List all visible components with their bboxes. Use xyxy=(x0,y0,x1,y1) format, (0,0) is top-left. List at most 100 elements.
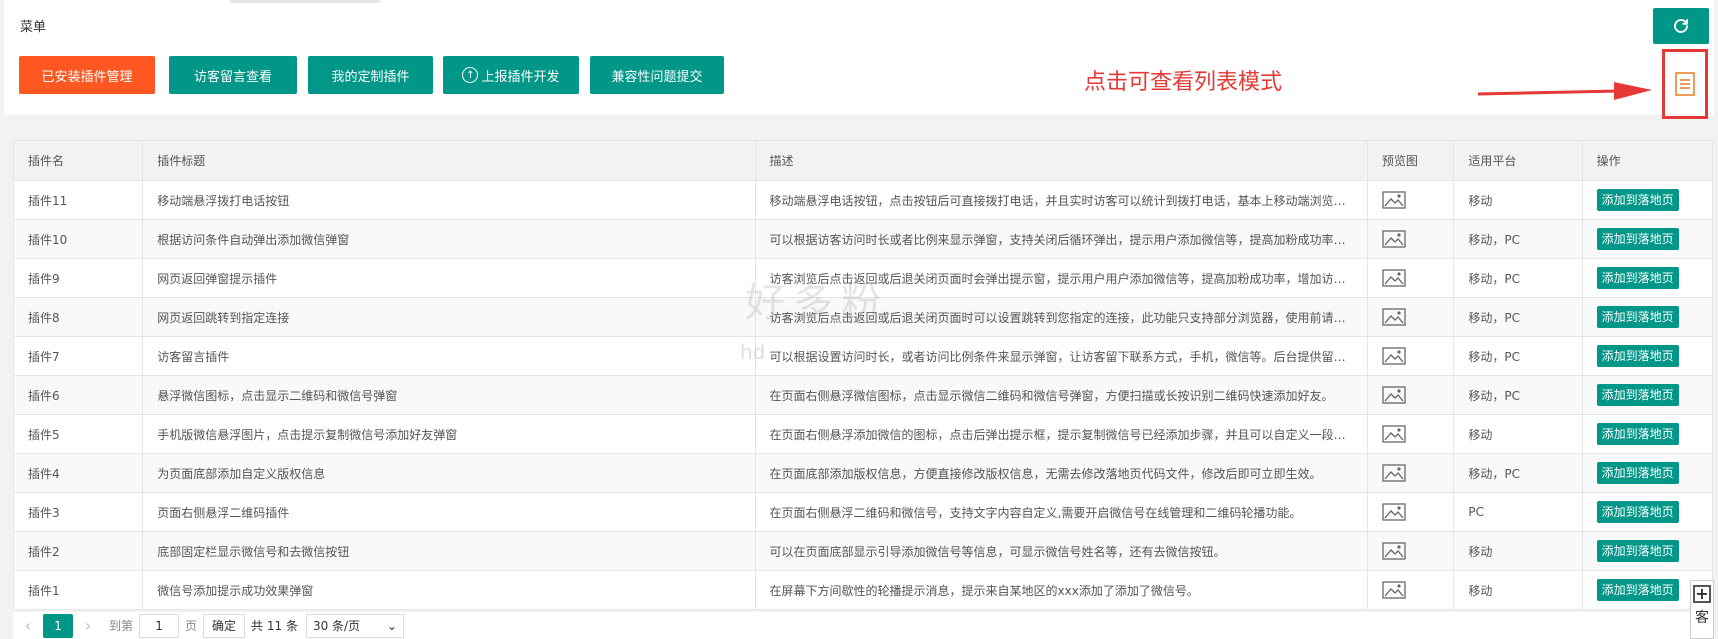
add-to-landing-page-button[interactable]: 添加到落地页 xyxy=(1596,306,1679,328)
cell-plugin-name: 插件9 xyxy=(12,258,144,298)
col-preview[interactable]: 预览图 xyxy=(1366,140,1455,181)
cell-description: 可以根据设置访问时长，或者访问比例条件来显示弹窗，让访客留下联系方式，手机，微信… xyxy=(754,336,1368,376)
col-action[interactable]: 操作 xyxy=(1581,140,1714,181)
add-to-landing-page-button[interactable]: 添加到落地页 xyxy=(1596,267,1679,289)
table-row: 插件7 访客留言插件 可以根据设置访问时长，或者访问比例条件来显示弹窗，让访客留下联… xyxy=(12,336,1714,376)
visitor-messages-button[interactable]: 访客留言查看 xyxy=(169,56,297,94)
cell-preview xyxy=(1366,453,1455,493)
cell-plugin-name: 插件5 xyxy=(12,414,144,454)
list-view-toggle[interactable] xyxy=(1662,49,1708,119)
installed-plugins-button[interactable]: 已安装插件管理 xyxy=(19,56,155,94)
col-description[interactable]: 描述 xyxy=(754,140,1368,181)
cell-platform: 移动，PC xyxy=(1453,219,1583,259)
table-row: 插件11 移动端悬浮拨打电话按钮 移动端悬浮电话按钮，点击按钮后可直接拨打电话，并且… xyxy=(12,180,1714,220)
current-page[interactable]: 1 xyxy=(43,613,73,638)
table-row: 插件8 网页返回跳转到指定连接 访客浏览后点击返回或后退关闭页面时可以设置跳转到您指… xyxy=(12,297,1714,337)
image-icon[interactable] xyxy=(1382,503,1406,521)
cell-action: 添加到落地页 xyxy=(1581,297,1714,337)
cell-preview xyxy=(1366,258,1455,298)
side-tool[interactable]: + 客 xyxy=(1690,580,1714,639)
cell-platform: 移动，PC xyxy=(1453,453,1583,493)
cell-action: 添加到落地页 xyxy=(1581,258,1714,298)
tab-strip xyxy=(230,0,380,3)
cell-action: 添加到落地页 xyxy=(1581,180,1714,220)
cell-description: 访客浏览后点击返回或后退关闭页面时可以设置跳转到您指定的连接，此功能只支持部分浏… xyxy=(754,297,1368,337)
visitor-messages-label: 访客留言查看 xyxy=(193,69,272,85)
image-icon[interactable] xyxy=(1382,542,1406,560)
cell-preview xyxy=(1366,297,1455,337)
next-page-button[interactable]: › xyxy=(73,616,103,635)
cell-platform: 移动，PC xyxy=(1453,258,1583,298)
cell-action: 添加到落地页 xyxy=(1581,453,1714,493)
cell-plugin-title: 微信号添加提示成功效果弹窗 xyxy=(142,570,756,610)
pagination: ‹ 1 › 到第 1 页 确定 共 11 条 30 条/页 ⌄ xyxy=(13,612,1713,639)
table-row: 插件3 页面右侧悬浮二维码插件 在页面右侧悬浮二维码和微信号，支持文字内容自定义,需… xyxy=(12,492,1714,532)
cell-plugin-name: 插件1 xyxy=(12,570,144,610)
cell-preview xyxy=(1366,492,1455,532)
cell-description: 在页面右侧悬浮二维码和微信号，支持文字内容自定义,需要开启微信号在线管理和二维码… xyxy=(754,492,1368,532)
cell-plugin-name: 插件8 xyxy=(12,297,144,337)
cell-plugin-name: 插件4 xyxy=(12,453,144,493)
page-title: 菜单 xyxy=(20,20,47,35)
plus-icon: + xyxy=(1693,585,1711,603)
col-plugin-title[interactable]: 插件标题 xyxy=(142,140,756,181)
cell-platform: PC xyxy=(1453,492,1583,532)
add-to-landing-page-button[interactable]: 添加到落地页 xyxy=(1596,345,1679,367)
col-platform[interactable]: 适用平台 xyxy=(1453,140,1583,181)
cell-plugin-name: 插件10 xyxy=(12,219,144,259)
cell-platform: 移动 xyxy=(1453,414,1583,454)
custom-plugins-button[interactable]: 我的定制插件 xyxy=(308,56,433,94)
goto-confirm-button[interactable]: 确定 xyxy=(203,613,246,638)
report-plugin-dev-label: 上报插件开发 xyxy=(481,69,560,85)
cell-plugin-name: 插件2 xyxy=(12,531,144,571)
image-icon[interactable] xyxy=(1382,464,1406,482)
custom-plugins-label: 我的定制插件 xyxy=(331,69,410,85)
add-to-landing-page-button[interactable]: 添加到落地页 xyxy=(1596,540,1679,562)
page-size-value: 30 条/页 xyxy=(312,619,361,633)
image-icon[interactable] xyxy=(1382,191,1406,209)
table-row: 插件2 底部固定栏显示微信号和去微信按钮 可以在页面底部显示引导添加微信号等信息，可… xyxy=(12,531,1714,571)
cell-preview xyxy=(1366,531,1455,571)
table-row: 插件9 网页返回弹窗提示插件 访客浏览后点击返回或后退关闭页面时会弹出提示窗，提示用… xyxy=(12,258,1714,298)
image-icon[interactable] xyxy=(1382,386,1406,404)
page-size-select[interactable]: 30 条/页 ⌄ xyxy=(305,613,404,638)
add-to-landing-page-button[interactable]: 添加到落地页 xyxy=(1596,579,1679,601)
add-to-landing-page-button[interactable]: 添加到落地页 xyxy=(1596,462,1679,484)
page: 菜单 已安装插件管理 访客留言查看 我的定制插件 ↑ 上报插件开发 兼容性问题提 xyxy=(0,0,1718,639)
add-to-landing-page-button[interactable]: 添加到落地页 xyxy=(1596,384,1679,406)
table-row: 插件1 微信号添加提示成功效果弹窗 在屏幕下方间歇性的轮播提示消息，提示来自某地区的… xyxy=(12,570,1714,610)
list-view-icon xyxy=(1675,72,1695,96)
cell-platform: 移动，PC xyxy=(1453,336,1583,376)
cell-description: 在页面底部添加版权信息，方便直接修改版权信息，无需去修改落地页代码文件，修改后即… xyxy=(754,453,1368,493)
add-to-landing-page-button[interactable]: 添加到落地页 xyxy=(1596,423,1679,445)
cell-description: 访客浏览后点击返回或后退关闭页面时会弹出提示窗，提示用户用户添加微信等，提高加粉… xyxy=(754,258,1368,298)
cell-description: 可以在页面底部显示引导添加微信号等信息，可显示微信号姓名等，还有去微信按钮。 xyxy=(754,531,1368,571)
cell-action: 添加到落地页 xyxy=(1581,492,1714,532)
arrow-up-circle-icon: ↑ xyxy=(462,67,479,83)
report-plugin-dev-button[interactable]: ↑ 上报插件开发 xyxy=(443,56,579,94)
cell-plugin-name: 插件11 xyxy=(12,180,144,220)
side-tool-label: 客 xyxy=(1695,610,1709,626)
cell-plugin-name: 插件6 xyxy=(12,375,144,415)
add-to-landing-page-button[interactable]: 添加到落地页 xyxy=(1596,189,1679,211)
image-icon[interactable] xyxy=(1382,347,1406,365)
image-icon[interactable] xyxy=(1382,425,1406,443)
image-icon[interactable] xyxy=(1382,581,1406,599)
col-plugin-name[interactable]: 插件名 xyxy=(12,140,144,181)
cell-preview xyxy=(1366,570,1455,610)
image-icon[interactable] xyxy=(1382,230,1406,248)
goto-page-input[interactable]: 1 xyxy=(139,613,180,638)
goto-prefix: 到第 xyxy=(109,619,134,633)
annotation-arrow-icon xyxy=(1477,82,1652,100)
cell-preview xyxy=(1366,414,1455,454)
add-to-landing-page-button[interactable]: 添加到落地页 xyxy=(1596,501,1679,523)
image-icon[interactable] xyxy=(1382,308,1406,326)
add-to-landing-page-button[interactable]: 添加到落地页 xyxy=(1596,228,1679,250)
compat-issue-button[interactable]: 兼容性问题提交 xyxy=(590,56,724,94)
cell-preview xyxy=(1366,219,1455,259)
image-icon[interactable] xyxy=(1382,269,1406,287)
cell-preview xyxy=(1366,336,1455,376)
prev-page-button[interactable]: ‹ xyxy=(13,616,43,635)
cell-platform: 移动 xyxy=(1453,531,1583,571)
refresh-button[interactable] xyxy=(1653,8,1709,44)
